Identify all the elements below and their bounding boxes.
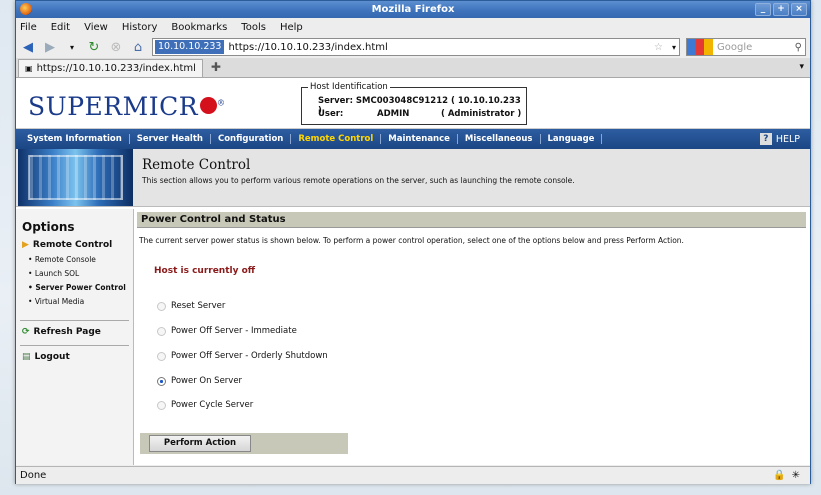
main-panel: Power Control and Status The current ser… <box>137 212 810 465</box>
radio-power-on[interactable] <box>157 376 166 386</box>
section-title: Power Control and Status <box>137 212 806 228</box>
stop-icon[interactable]: ⊗ <box>108 39 124 55</box>
sidebar-item-launch-sol[interactable]: Launch SOL <box>28 269 133 278</box>
perform-action-button[interactable]: Perform Action <box>149 435 251 452</box>
nav-system-information[interactable]: System Information <box>20 134 130 144</box>
status-text: Done <box>20 470 47 481</box>
refresh-icon: ⟳ <box>22 327 30 337</box>
divider <box>20 345 129 346</box>
minimize-button[interactable]: _ <box>755 3 771 16</box>
divider <box>20 320 129 321</box>
option-power-off-immediate[interactable]: Power Off Server - Immediate <box>157 326 297 336</box>
sidebar-section-remote-control[interactable]: ▶ Remote Control <box>22 240 133 250</box>
search-placeholder: Google <box>717 41 753 53</box>
nav-miscellaneous[interactable]: Miscellaneous <box>458 134 541 144</box>
page-content: SUPERMICR ® Host Identification Server: S… <box>16 78 810 465</box>
user-label: User: <box>318 109 344 119</box>
user-name: ADMIN <box>377 109 410 119</box>
option-power-on[interactable]: Power On Server <box>157 376 242 386</box>
section-banner: Remote Control This section allows you t… <box>16 149 810 207</box>
radio-power-cycle[interactable] <box>157 400 166 410</box>
nav-maintenance[interactable]: Maintenance <box>381 134 458 144</box>
url-text: https://10.10.10.233/index.html <box>228 41 388 53</box>
sidebar-item-server-power-control[interactable]: Server Power Control <box>28 283 133 292</box>
maximize-button[interactable]: + <box>773 3 789 16</box>
menu-file[interactable]: File <box>20 22 37 33</box>
power-status-message: The current server power status is shown… <box>139 236 684 245</box>
menu-bookmarks[interactable]: Bookmarks <box>171 22 227 33</box>
activity-icon: ✳ <box>791 470 800 481</box>
menu-edit[interactable]: Edit <box>51 22 70 33</box>
tab-current[interactable]: ▣ https://10.10.10.233/index.html <box>18 59 203 77</box>
close-button[interactable]: × <box>791 3 807 16</box>
sidebar-heading: Options <box>22 220 75 234</box>
help-link[interactable]: ? HELP <box>759 133 800 145</box>
window-title: Mozilla Firefox <box>371 4 455 15</box>
radio-power-off-orderly[interactable] <box>157 351 166 361</box>
help-icon: ? <box>759 133 772 145</box>
menu-bar: File Edit View History Bookmarks Tools H… <box>16 18 810 36</box>
menu-tools[interactable]: Tools <box>241 22 266 33</box>
search-box[interactable]: Google ⚲ <box>686 38 806 56</box>
nav-remote-control[interactable]: Remote Control <box>291 134 382 144</box>
option-power-cycle[interactable]: Power Cycle Server <box>157 400 253 410</box>
bookmark-star-icon[interactable]: ☆ <box>654 42 663 53</box>
browser-window: Mozilla Firefox _ + × File Edit View His… <box>15 0 811 484</box>
action-bar: Perform Action <box>140 433 348 454</box>
menu-view[interactable]: View <box>84 22 108 33</box>
sidebar-item-virtual-media[interactable]: Virtual Media <box>28 297 133 306</box>
reload-icon[interactable]: ↻ <box>86 39 102 55</box>
search-engine-icon[interactable] <box>687 39 713 55</box>
sidebar-item-remote-console[interactable]: Remote Console <box>28 255 133 264</box>
option-reset-server[interactable]: Reset Server <box>157 301 225 311</box>
nav-server-health[interactable]: Server Health <box>130 134 211 144</box>
host-identification-box: Host Identification Server: SMC003048C91… <box>301 82 527 125</box>
sidebar: Options ▶Remote Control Remote Console L… <box>16 209 134 465</box>
home-icon[interactable]: ⌂ <box>130 39 146 55</box>
navigation-toolbar: ◀ ▶ ▾ ↻ ⊗ ⌂ 10.10.10.233 https://10.10.1… <box>16 36 810 58</box>
radio-reset-server[interactable] <box>157 301 166 311</box>
logout-icon: ▤ <box>22 352 31 362</box>
refresh-page-link[interactable]: ⟳ Refresh Page <box>22 327 133 337</box>
logout-link[interactable]: ▤ Logout <box>22 352 133 362</box>
page-header: SUPERMICR ® Host Identification Server: S… <box>16 78 810 129</box>
banner-description: This section allows you to perform vario… <box>142 176 575 185</box>
host-legend: Host Identification <box>308 82 390 92</box>
status-bar: Done 🔒 ✳ <box>16 466 810 484</box>
page-icon: ▣ <box>25 64 33 73</box>
url-dropdown-icon[interactable]: ▾ <box>672 43 676 52</box>
firefox-icon <box>20 3 32 15</box>
server-room-image <box>18 149 133 206</box>
banner-title: Remote Control <box>142 157 251 173</box>
url-bar[interactable]: 10.10.10.233 https://10.10.10.233/index.… <box>152 38 680 56</box>
menu-history[interactable]: History <box>122 22 158 33</box>
menu-help[interactable]: Help <box>280 22 303 33</box>
back-arrow-icon[interactable]: ◀ <box>20 39 36 55</box>
lock-icon[interactable]: 🔒 <box>773 470 785 481</box>
site-identity-badge[interactable]: 10.10.10.233 <box>155 40 225 54</box>
forward-arrow-icon[interactable]: ▶ <box>42 39 58 55</box>
radio-power-off-immediate[interactable] <box>157 326 166 336</box>
triangle-right-icon: ▶ <box>22 240 29 250</box>
top-navigation: System Information Server Health Configu… <box>16 129 810 149</box>
new-tab-icon[interactable]: ✚ <box>211 60 221 74</box>
nav-language[interactable]: Language <box>541 134 603 144</box>
host-status: Host is currently off <box>154 266 256 276</box>
tab-label: https://10.10.10.233/index.html <box>36 63 196 74</box>
user-role: ( Administrator ) <box>441 109 522 119</box>
nav-configuration[interactable]: Configuration <box>211 134 292 144</box>
search-icon[interactable]: ⚲ <box>795 42 802 53</box>
title-bar: Mozilla Firefox _ + × <box>16 1 810 18</box>
history-dropdown-icon[interactable]: ▾ <box>64 39 80 55</box>
option-power-off-orderly[interactable]: Power Off Server - Orderly Shutdown <box>157 351 328 361</box>
supermicro-logo: SUPERMICR ® <box>28 92 226 121</box>
tab-strip: ▣ https://10.10.10.233/index.html ✚ ▾ <box>16 58 810 78</box>
tab-list-icon[interactable]: ▾ <box>799 62 804 72</box>
